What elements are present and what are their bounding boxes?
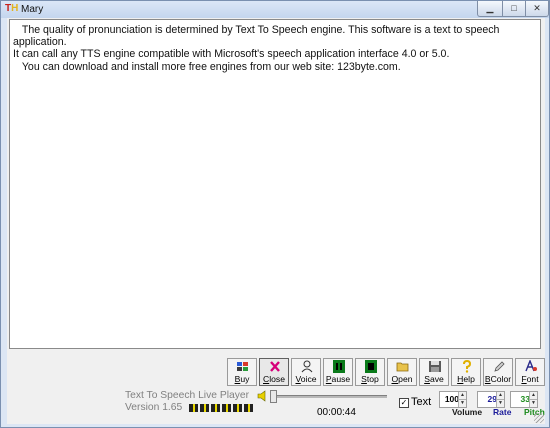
buy-button[interactable]: Buy <box>227 358 257 386</box>
rate-label: Rate <box>493 407 512 417</box>
open-button[interactable]: Open <box>387 358 417 386</box>
pencil-icon <box>494 361 505 372</box>
rate-down-arrow[interactable]: ▼ <box>496 400 504 407</box>
pitch-down-arrow[interactable]: ▼ <box>529 400 537 407</box>
window-close-button[interactable]: ✕ <box>525 1 549 17</box>
registration-strip <box>189 404 255 412</box>
help-button[interactable]: Help <box>451 358 481 386</box>
stop-button[interactable]: Stop <box>355 358 385 386</box>
close-button[interactable]: Close <box>259 358 289 386</box>
window-title: Mary <box>21 4 44 15</box>
text-checkbox-label: Text <box>411 396 432 408</box>
volume-label: Volume <box>452 407 483 417</box>
font-icon <box>525 360 537 372</box>
speaker-icon[interactable] <box>257 390 269 402</box>
save-button[interactable]: Save <box>419 358 449 386</box>
x-icon <box>270 361 280 372</box>
pitch-value: 33 <box>520 394 530 404</box>
pitch-spinner[interactable]: 33 ▲ ▼ <box>510 391 538 408</box>
voice-button[interactable]: Voice <box>291 358 321 386</box>
rate-up-arrow[interactable]: ▲ <box>496 392 504 400</box>
elapsed-time: 00:00:44 <box>317 407 356 418</box>
version-label: Version 1.65 <box>125 402 183 413</box>
seek-thumb[interactable] <box>270 390 277 403</box>
pitch-up-arrow[interactable]: ▲ <box>529 392 537 400</box>
minimize-button[interactable]: ▁ <box>477 1 503 17</box>
app-logo-icon: TH <box>5 3 19 14</box>
pause-button[interactable]: Pause <box>323 358 353 386</box>
stop-icon <box>365 360 377 373</box>
title-bar[interactable]: TH Mary ▁ □ ✕ <box>1 1 549 18</box>
volume-up-arrow[interactable]: ▲ <box>458 392 466 400</box>
volume-down-arrow[interactable]: ▼ <box>458 400 466 407</box>
help-icon <box>463 360 472 373</box>
rate-value: 29 <box>487 394 497 404</box>
app-window: TH Mary ▁ □ ✕ The quality of pronunciati… <box>0 0 550 428</box>
text-checkbox[interactable]: ✓ <box>399 398 409 408</box>
pause-icon <box>333 360 345 373</box>
client-area: The quality of pronunciation is determin… <box>7 18 545 424</box>
cards-icon <box>237 362 248 371</box>
maximize-button[interactable]: □ <box>502 1 526 17</box>
font-button[interactable]: Font <box>515 358 545 386</box>
bcolor-button[interactable]: BColor <box>483 358 513 386</box>
player-name: Text To Speech Live Player <box>125 390 250 401</box>
speaker-person-icon <box>301 360 313 373</box>
floppy-icon <box>429 361 441 372</box>
volume-spinner[interactable]: 100 ▲ ▼ <box>439 391 467 408</box>
resize-grip[interactable] <box>534 413 544 423</box>
folder-icon <box>396 362 409 372</box>
seek-track[interactable] <box>272 395 387 398</box>
speech-text-area[interactable]: The quality of pronunciation is determin… <box>9 19 541 349</box>
rate-spinner[interactable]: 29 ▲ ▼ <box>477 391 505 408</box>
volume-value: 100 <box>444 394 459 404</box>
